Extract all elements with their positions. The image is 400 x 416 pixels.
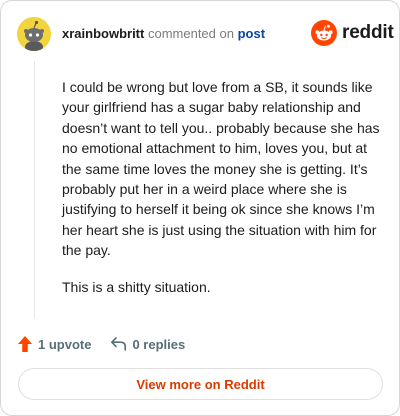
reddit-logo-icon: [311, 20, 337, 46]
reddit-logo[interactable]: reddit: [311, 20, 394, 46]
upvote-count: 1 upvote: [38, 336, 92, 352]
upvote-arrow-icon: [18, 336, 32, 352]
commented-on-text: commented on: [147, 26, 234, 41]
reddit-wordmark: reddit: [342, 22, 394, 43]
comment-header: xrainbowbritt commented on post: [62, 26, 265, 41]
view-more-button[interactable]: View more on Reddit: [18, 368, 383, 400]
thread-line: [34, 61, 35, 319]
reply-count: 0 replies: [132, 336, 186, 352]
upvote-button[interactable]: 1 upvote: [17, 335, 91, 353]
comment-paragraph-2: This is a shitty situation.: [62, 278, 211, 295]
comment-actions: 1 upvote 0 replies: [17, 334, 185, 354]
reply-arrow-icon: [111, 337, 127, 351]
comment-embed-card: xrainbowbritt commented on post reddit I…: [0, 0, 400, 416]
comment-paragraph-1: I could be wrong but love from a SB, it …: [62, 79, 380, 259]
snoo-avatar-icon: [17, 17, 51, 51]
reply-button[interactable]: 0 replies: [110, 336, 185, 352]
username-link[interactable]: xrainbowbritt: [62, 26, 144, 41]
user-avatar[interactable]: [17, 17, 51, 51]
comment-body: I could be wrong but love from a SB, it …: [62, 77, 380, 313]
post-link[interactable]: post: [238, 26, 265, 41]
